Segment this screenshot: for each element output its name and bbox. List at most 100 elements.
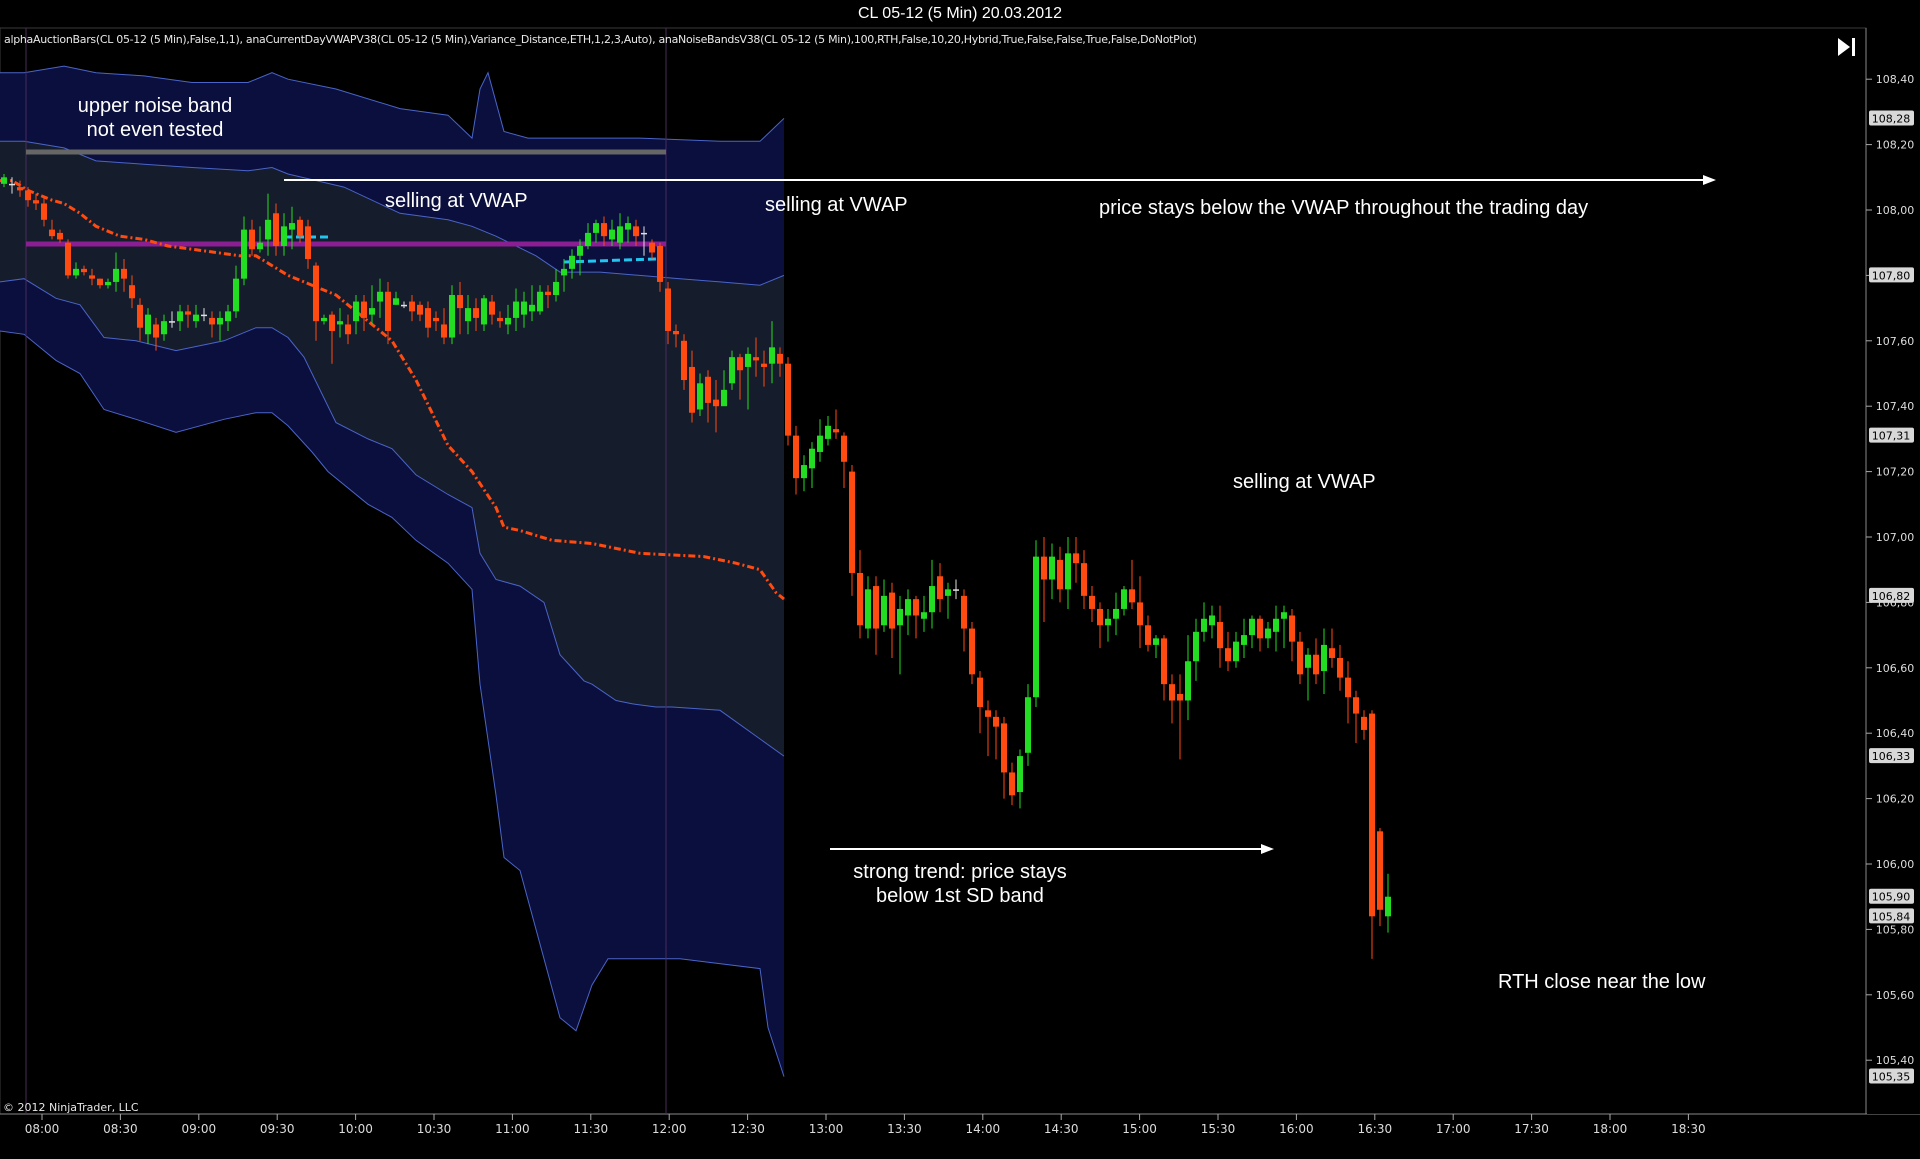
candle-body	[769, 347, 775, 364]
candle-body	[681, 340, 687, 381]
candle-body	[265, 219, 271, 240]
candle-body	[201, 314, 207, 317]
y-tick-label: 105,80	[1876, 923, 1915, 936]
x-tick-label: 17:30	[1514, 1122, 1549, 1136]
candle-body	[497, 317, 503, 322]
candle-body	[1257, 618, 1263, 639]
candle-body	[833, 429, 839, 433]
candle-body	[1233, 641, 1239, 662]
candle-body	[1089, 595, 1095, 609]
go-to-end-button[interactable]	[1833, 34, 1859, 60]
price-axis-bg	[1867, 28, 1920, 1114]
candle-body	[1057, 559, 1063, 590]
y-tick-label: 106,40	[1876, 727, 1915, 740]
candle-body	[873, 586, 879, 629]
candle-body	[369, 308, 375, 315]
candle-body	[217, 317, 223, 325]
x-tick-label: 17:00	[1436, 1122, 1471, 1136]
candle-body	[465, 308, 471, 322]
candle-body	[169, 321, 175, 323]
candle-body	[825, 425, 831, 439]
candle-body	[585, 232, 591, 246]
candle-body	[281, 226, 287, 246]
candle-body	[305, 226, 311, 260]
candle-body	[1217, 622, 1223, 649]
price-label: 106,33	[1869, 748, 1914, 764]
annotation-upper-band: upper noise band not even tested	[60, 94, 250, 142]
x-tick-label: 08:30	[103, 1122, 138, 1136]
candle-body	[945, 589, 951, 596]
candle-body	[1353, 697, 1359, 714]
candle-body	[1265, 628, 1271, 639]
candle-body	[1017, 756, 1023, 793]
candle-body	[1185, 661, 1191, 701]
x-tick-label: 13:30	[887, 1122, 922, 1136]
candle-body	[1201, 618, 1207, 632]
price-label: 107,31	[1869, 427, 1914, 443]
candle-body	[1329, 648, 1335, 658]
candle-body	[1033, 556, 1039, 698]
candle-body	[993, 716, 999, 727]
price-label: 105,35	[1869, 1068, 1914, 1084]
copyright-notice: © 2012 NinjaTrader, LLC	[3, 1101, 139, 1114]
candle-body	[289, 223, 295, 230]
annotation-selling-vwap-3: selling at VWAP	[1233, 471, 1376, 493]
candle-body	[89, 275, 95, 279]
candle-body	[961, 595, 967, 629]
candle-body	[417, 304, 423, 315]
candle-body	[337, 321, 343, 325]
candle-body	[601, 223, 607, 237]
y-tick-label: 107,40	[1876, 400, 1915, 413]
candle-body	[1041, 556, 1047, 580]
candle-body	[121, 268, 127, 279]
candle-body	[161, 321, 167, 335]
candle-body	[449, 295, 455, 338]
candle-body	[561, 268, 567, 276]
candle-body	[737, 357, 743, 371]
candle	[785, 357, 791, 446]
candle-body	[225, 311, 231, 322]
price-label-text: 106,33	[1872, 750, 1911, 763]
candle-body	[297, 219, 303, 237]
candle-body	[1249, 618, 1255, 636]
candle-body	[537, 291, 543, 312]
candle-body	[801, 465, 807, 479]
price-label-text: 107,80	[1872, 269, 1911, 282]
candle-body	[753, 357, 759, 361]
candle-body	[65, 242, 71, 276]
candle-body	[1305, 654, 1311, 668]
candle-body	[713, 399, 719, 407]
candle-body	[9, 183, 15, 186]
annotation-rth-close: RTH close near the low	[1498, 971, 1706, 993]
annotation-upper-band-line1: upper noise band	[77, 95, 233, 117]
y-tick-label: 106,00	[1876, 858, 1915, 871]
candle-body	[1377, 831, 1383, 910]
candle-body	[41, 203, 47, 220]
candle-body	[409, 301, 415, 312]
candle-body	[145, 314, 151, 335]
price-label-text: 105,35	[1872, 1071, 1911, 1084]
x-tick-label: 12:00	[652, 1122, 687, 1136]
candle-body	[1145, 625, 1151, 645]
candle-body	[1209, 615, 1215, 626]
candle-body	[897, 608, 903, 626]
candle-body	[105, 281, 111, 286]
candle-body	[1081, 563, 1087, 596]
x-tick-label: 16:30	[1358, 1122, 1393, 1136]
candle-body	[1337, 657, 1343, 678]
candle-body	[673, 330, 679, 335]
candle-body	[97, 278, 103, 286]
candle-body	[153, 324, 159, 338]
price-label-text: 105,84	[1872, 910, 1911, 923]
candle-body	[193, 314, 199, 322]
price-label-text: 107,31	[1872, 430, 1911, 443]
price-label-text: 106,82	[1872, 590, 1911, 603]
y-tick-label: 107,20	[1876, 466, 1915, 479]
price-label: 108,28	[1869, 110, 1914, 126]
annotation-selling-vwap-2: selling at VWAP	[765, 194, 908, 216]
candle-body	[1241, 635, 1247, 645]
candle-body	[1001, 723, 1007, 773]
candle-body	[505, 317, 511, 325]
candle-body	[481, 298, 487, 325]
y-tick-label: 107,60	[1876, 335, 1915, 348]
